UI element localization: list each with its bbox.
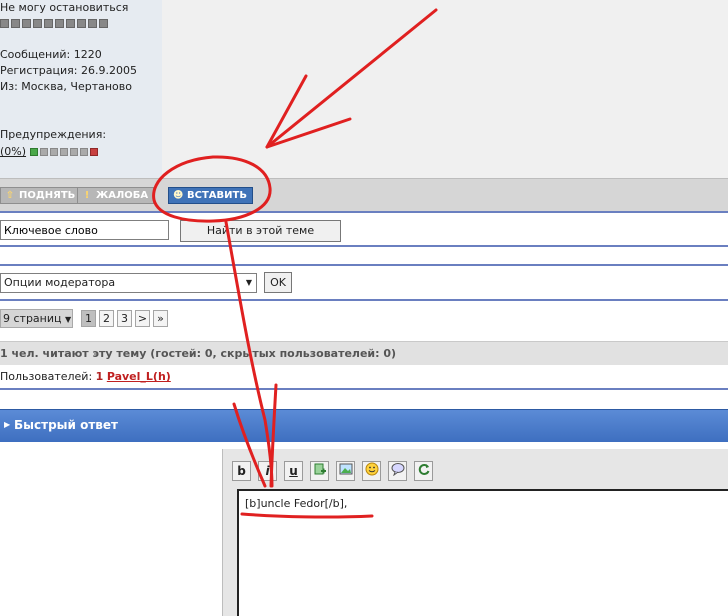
- annotation-underline: [240, 512, 374, 519]
- annotation-overlay: [152, 8, 438, 519]
- annotation-arrow-shaft: [265, 8, 438, 149]
- annotation-ellipse: [152, 155, 272, 223]
- annotation-line-left: [232, 402, 267, 488]
- annotation-strokes: [152, 8, 438, 519]
- annotation-line-center: [269, 383, 278, 488]
